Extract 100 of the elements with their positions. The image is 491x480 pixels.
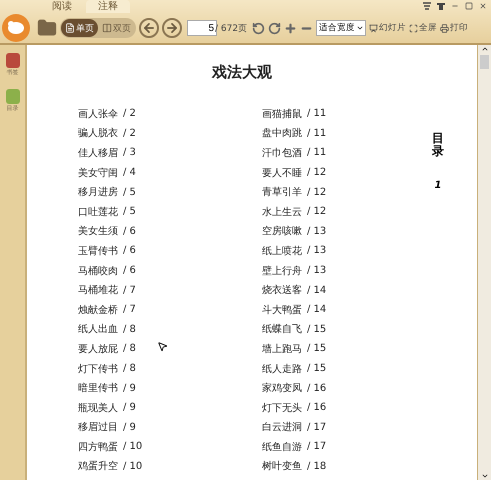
toc-entry: 纸蝶自飞: [262, 322, 303, 336]
toc-page-number: / 5: [123, 206, 136, 218]
toc-entry: 鸡蛋升空: [78, 460, 119, 474]
cursor-icon: [157, 341, 168, 352]
toc-page-number: / 6: [123, 226, 136, 237]
toc-entry: 要人放屁: [78, 342, 119, 356]
tab[interactable]: 阅读: [40, 0, 84, 13]
toc-entry: 纸人出血: [78, 322, 119, 336]
presentation-icon: [369, 24, 378, 32]
maximize-icon[interactable]: [465, 2, 473, 10]
toc-entry: 青草引羊: [262, 186, 303, 200]
toc-page-number: / 8: [123, 324, 136, 335]
view-mode-button[interactable]: 单页: [61, 19, 98, 37]
toc-entry: 壁上行舟: [262, 264, 303, 278]
rotate-left-icon[interactable]: [252, 22, 266, 34]
toc-page-number: / 12: [307, 186, 326, 198]
toc-page-number: / 6: [123, 265, 136, 276]
toc-page-number: / 16: [307, 382, 326, 394]
toc-entry: 灯下无头: [262, 402, 303, 415]
toc-page-number: / 11: [307, 147, 326, 158]
toc-page-number: / 18: [307, 460, 326, 472]
forward-button[interactable]: [162, 18, 182, 38]
toc-entry: 移眉过目: [78, 420, 119, 434]
toc-entry: 盘中肉跳: [262, 126, 303, 140]
toc-entry: 马桶咬肉: [78, 264, 119, 278]
zoom-select[interactable]: 适合宽度: [316, 20, 366, 36]
page-number: 1: [434, 180, 442, 192]
fullscreen-icon: [409, 24, 418, 32]
rotate-right-icon[interactable]: [268, 22, 282, 34]
toolbar-button[interactable]: 打印: [440, 22, 468, 34]
toc-page-number: / 13: [307, 245, 326, 256]
toc-page-number: / 13: [307, 265, 326, 276]
toc-page-number: / 4: [123, 167, 136, 178]
toc-entry: 口吐莲花: [78, 206, 119, 219]
toc-page-number: / 2: [123, 128, 136, 139]
toc-entry: 美女守闺: [78, 166, 119, 180]
close-icon[interactable]: [479, 2, 487, 10]
scrollbar[interactable]: [477, 45, 491, 480]
toc-page-number: / 9: [123, 422, 136, 433]
toc-page-number: / 10: [123, 460, 142, 472]
toc-entry: 瓶现美人: [78, 402, 119, 415]
toc-entry: 马桶堆花: [78, 284, 119, 298]
two-pages-icon: [102, 23, 112, 33]
toc-entry: 纸人走路: [262, 362, 303, 376]
toc-entry: 佳人移眉: [78, 146, 119, 160]
toc-page-number: / 13: [307, 226, 326, 237]
toc-page-number: / 7: [123, 304, 136, 316]
toc-entry: 灯下传书: [78, 362, 119, 376]
arrow-left-icon: [142, 21, 156, 35]
toc-entry: 斗大鸭蛋: [262, 304, 303, 317]
scroll-up-icon[interactable]: [480, 45, 488, 53]
toc-page-number: / 7: [123, 284, 136, 296]
logo-icon[interactable]: [2, 14, 30, 42]
page-title: 戏法大观: [210, 63, 273, 83]
toc-entry: 树叶变鱼: [262, 460, 303, 474]
zoom-in-icon[interactable]: [284, 22, 298, 34]
toc-page-number: / 6: [123, 245, 136, 256]
toc-entry: 暗里传书: [78, 382, 119, 396]
toc-entry: 水上生云: [262, 206, 303, 219]
toc-page-number: / 11: [307, 128, 326, 139]
scroll-down-icon[interactable]: [480, 472, 488, 480]
toc-page-number: / 2: [123, 108, 136, 120]
toc-entry: 墙上跑马: [262, 342, 303, 356]
toc-entry: 四方鸭蛋: [78, 440, 119, 454]
toc-page-number: / 15: [307, 343, 326, 354]
scroll-thumb[interactable]: [480, 55, 489, 69]
toc-entry: 美女生须: [78, 224, 119, 238]
toc-entry: 空房咳嗽: [262, 224, 303, 238]
back-button[interactable]: [139, 18, 159, 38]
menu-icon[interactable]: [423, 2, 431, 10]
toc-page-number: / 10: [123, 441, 142, 452]
toc-entry: 家鸡变凤: [262, 382, 303, 396]
toc-entry: 玉臂传书: [78, 244, 119, 258]
view-mode-button[interactable]: 双页: [98, 19, 135, 37]
toc-page-number: / 5: [123, 186, 136, 198]
toc-page-number: / 9: [123, 382, 136, 394]
arrow-right-icon: [165, 21, 179, 35]
section-heading: 目录: [432, 132, 444, 158]
toc-page-number: / 17: [307, 422, 326, 433]
toolbar-button[interactable]: 全屏: [409, 22, 438, 34]
toc-page-number: / 15: [307, 324, 326, 335]
toc-entry: 画人张伞: [78, 108, 119, 121]
toc-entry: 移月进房: [78, 186, 119, 200]
page-total: / 672页: [215, 22, 248, 34]
toolbar-button[interactable]: 幻灯片: [369, 22, 406, 34]
toc-entry: 烛献金桥: [78, 304, 119, 317]
toc-entry: 白云进洞: [262, 420, 303, 434]
toc-entry: 要人不睡: [262, 166, 303, 180]
toc-page-number: / 16: [307, 402, 326, 414]
toc-entry: 纸鱼自游: [262, 440, 303, 454]
printer-icon: [440, 24, 450, 32]
toc-page-number: / 9: [123, 402, 136, 414]
caret-icon: [356, 24, 364, 32]
toc-page-number: / 14: [307, 304, 326, 316]
toc-entry: 纸上喷花: [262, 244, 303, 258]
toc-entry: 汗巾包酒: [262, 146, 303, 160]
folder-icon[interactable]: [37, 18, 57, 38]
toc-entry: 骗人脱衣: [78, 126, 119, 140]
toc-page-number: / 12: [307, 167, 326, 178]
tab[interactable]: 注释: [86, 0, 130, 13]
